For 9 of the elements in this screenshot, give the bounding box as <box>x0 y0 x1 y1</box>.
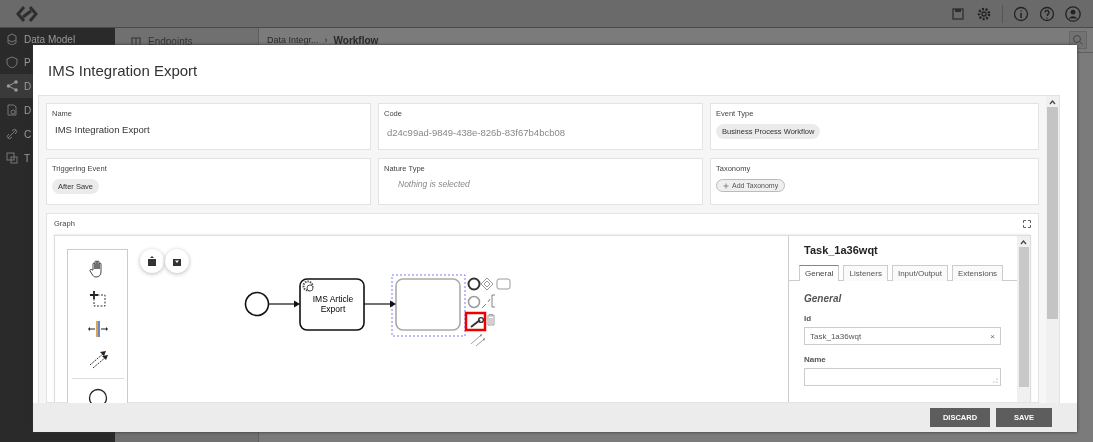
section-heading: General <box>804 293 843 304</box>
task-label: IMS Article Export <box>312 294 354 314</box>
field-label: Id <box>804 314 813 323</box>
field-value: d24c99ad-9849-438e-826b-83f67b4bcb08 <box>386 127 565 138</box>
properties-title: Task_1a36wqt <box>803 243 879 258</box>
modal-title: IMS Integration Export <box>47 60 199 81</box>
field-value: IMS Integration Export <box>54 124 150 135</box>
breadcrumb-separator: › <box>324 35 328 45</box>
field-label: Name <box>804 355 827 364</box>
